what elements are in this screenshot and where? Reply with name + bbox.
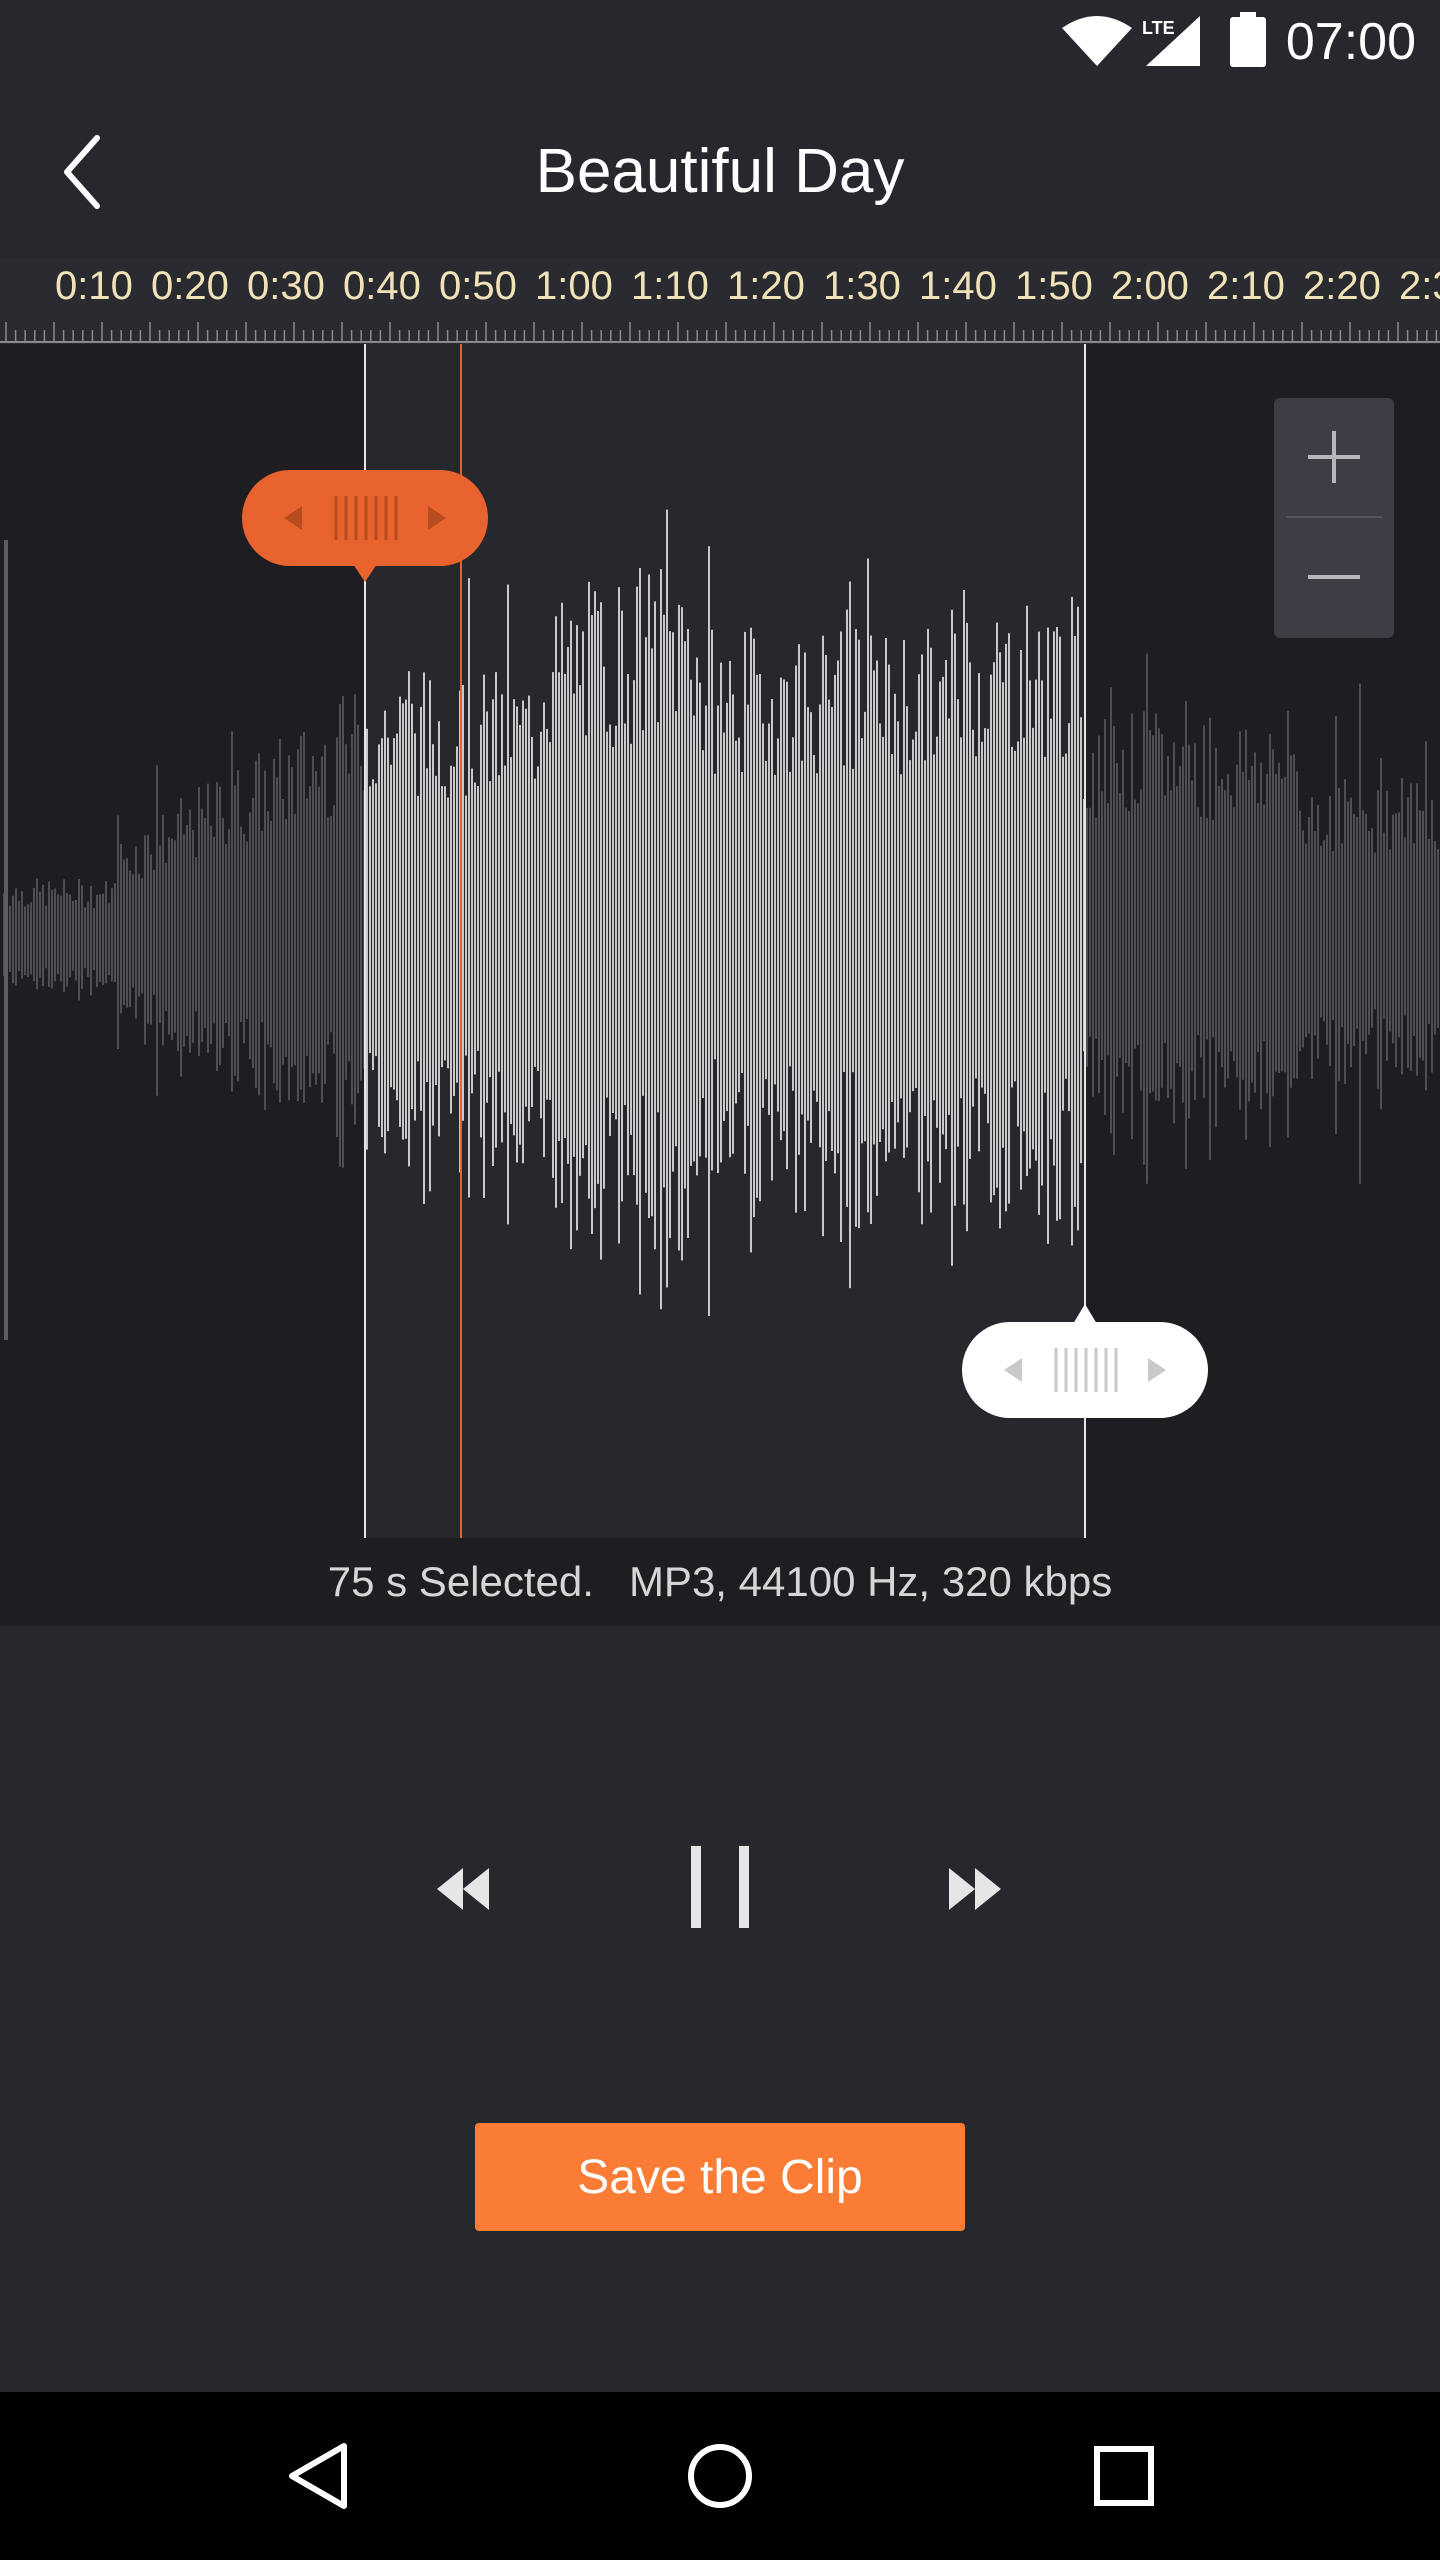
ruler-label: 2:10 [1207, 264, 1285, 308]
selected-duration: 75 s Selected. [327, 1558, 594, 1605]
wifi-icon [1062, 16, 1132, 66]
playback-controls: Save the Clip [0, 1626, 1440, 2392]
ruler-labels: 0:10 0:20 0:30 0:40 0:50 1:00 1:10 1:20 1:30 1:40… [0, 264, 1440, 316]
ruler-label: 1:20 [727, 264, 805, 308]
ruler-label: 1:50 [1015, 264, 1093, 308]
ruler-label: 2:30 [1399, 264, 1440, 308]
selection-end-handle[interactable] [962, 1304, 1208, 1418]
ruler-label: 0:50 [439, 264, 517, 308]
ruler-label: 0:30 [247, 264, 325, 308]
header: Beautiful Day [0, 84, 1440, 260]
ruler-label: 1:10 [631, 264, 709, 308]
network-type-label: LTE [1142, 18, 1175, 38]
waveform-area[interactable] [0, 344, 1440, 1538]
nav-back-button[interactable] [268, 2426, 368, 2526]
ruler-label: 1:40 [919, 264, 997, 308]
nav-recents-button[interactable] [1074, 2426, 1174, 2526]
nav-home-icon [688, 2444, 752, 2508]
ruler-label: 2:20 [1303, 264, 1381, 308]
save-clip-button[interactable]: Save the Clip [475, 2123, 965, 2231]
ruler-label: 1:30 [823, 264, 901, 308]
page-title: Beautiful Day [535, 137, 905, 206]
battery-icon [1230, 12, 1266, 67]
nav-recents-icon [1094, 2446, 1154, 2506]
pause-icon [691, 1846, 749, 1928]
fast-forward-icon [949, 1868, 1001, 1910]
forward-button[interactable] [930, 1844, 1020, 1934]
timeline-ruler[interactable]: 0:10 0:20 0:30 0:40 0:50 1:00 1:10 1:20 1:30 1:40… [0, 258, 1440, 344]
rewind-button[interactable] [418, 1844, 508, 1934]
ruler-label: 1:00 [535, 264, 613, 308]
lte-signal-icon: LTE [1142, 16, 1200, 66]
selection-start-handle[interactable] [242, 470, 488, 582]
zoom-controls [1274, 398, 1394, 638]
system-nav-bar [0, 2392, 1440, 2560]
zoom-out-button[interactable] [1274, 518, 1394, 636]
nav-home-button[interactable] [670, 2426, 770, 2526]
ruler-label: 0:10 [55, 264, 133, 308]
minus-icon [1308, 575, 1360, 579]
drag-grip-icon [284, 496, 446, 582]
info-text: 75 s Selected. MP3, 44100 Hz, 320 kbps [328, 1558, 1112, 1606]
nav-back-icon [289, 2443, 347, 2509]
waveform [3, 344, 1439, 1538]
status-bar: LTE 07:00 [0, 0, 1440, 84]
pause-button[interactable] [670, 1822, 770, 1952]
plus-icon [1308, 431, 1360, 483]
drag-grip-icon [1004, 1304, 1166, 1392]
zoom-in-button[interactable] [1274, 398, 1394, 516]
status-time: 07:00 [1285, 13, 1416, 71]
selection-info: 75 s Selected. MP3, 44100 Hz, 320 kbps [0, 1538, 1440, 1626]
ruler-label: 0:40 [343, 264, 421, 308]
app-root: LTE 07:00 Beautiful Day 0:10 0:20 0:30 0:40… [0, 0, 1440, 2560]
ruler-label: 2:00 [1111, 264, 1189, 308]
ruler-label: 0:20 [151, 264, 229, 308]
rewind-icon [437, 1868, 489, 1910]
audio-format: MP3, 44100 Hz, 320 kbps [628, 1558, 1113, 1605]
